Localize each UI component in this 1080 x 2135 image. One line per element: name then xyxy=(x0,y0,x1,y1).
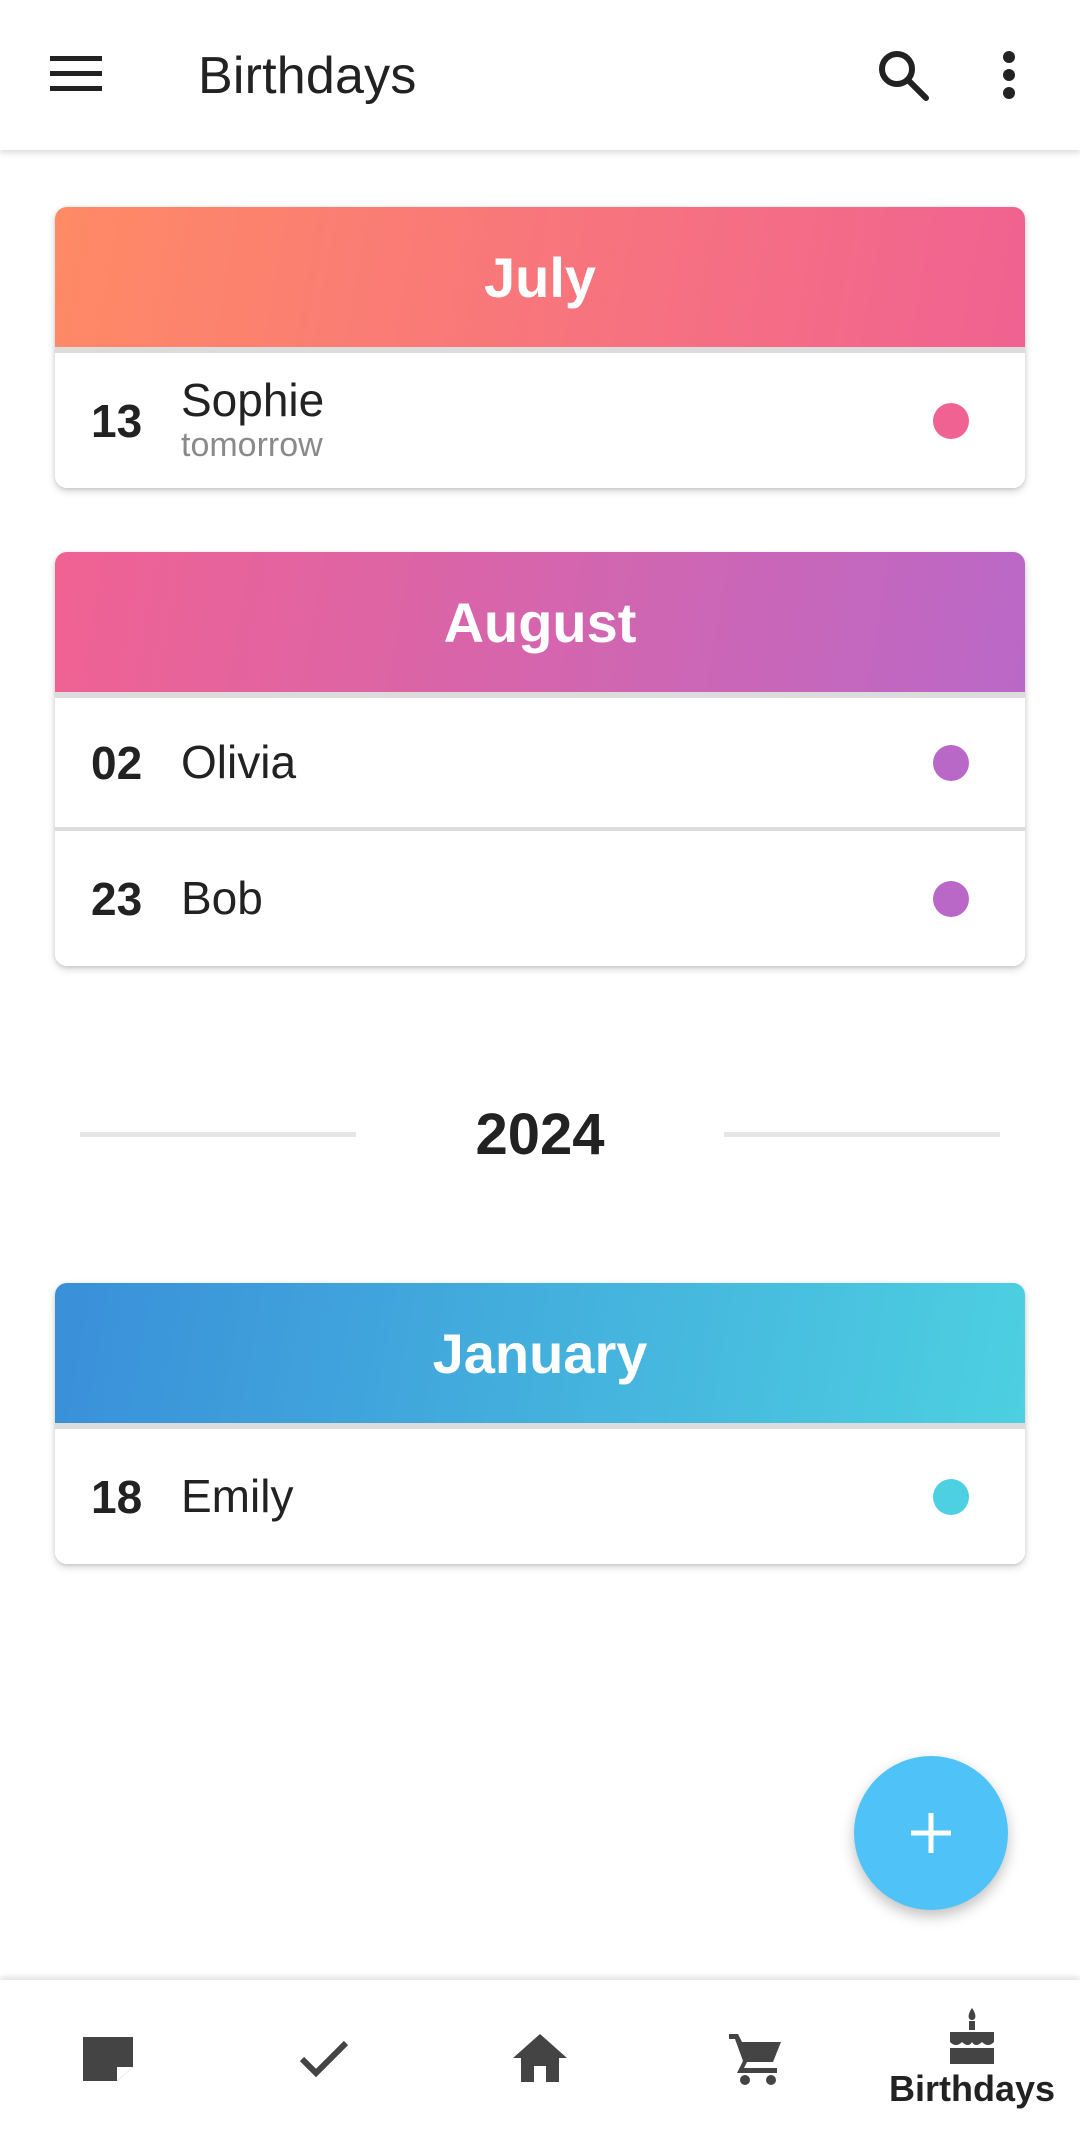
nav-notes[interactable] xyxy=(0,1980,216,2135)
cake-icon xyxy=(950,2007,994,2064)
birthday-name: Bob xyxy=(181,872,263,925)
app-root: Birthdays July 13 Sophie tomorrow August… xyxy=(0,0,1080,2135)
birthday-name-block: Emily xyxy=(181,1429,293,1564)
nav-home[interactable] xyxy=(432,1980,648,2135)
cart-icon xyxy=(729,2033,781,2085)
check-icon xyxy=(299,2040,349,2077)
divider-line-right xyxy=(724,1132,1000,1137)
year-divider: 2024 xyxy=(80,1095,1000,1175)
birthday-row[interactable]: 02 Olivia xyxy=(55,698,1025,831)
birthday-day: 02 xyxy=(91,736,143,789)
birthday-day: 23 xyxy=(91,872,143,925)
birthday-row[interactable]: 23 Bob xyxy=(55,831,1025,966)
birthday-row[interactable]: 18 Emily xyxy=(55,1429,1025,1564)
birthday-name: Olivia xyxy=(181,736,297,789)
note-icon xyxy=(83,2036,133,2081)
birthday-day: 13 xyxy=(91,394,143,447)
birthday-name: Emily xyxy=(181,1470,294,1523)
menu-icon xyxy=(50,56,102,91)
nav-label-birthdays: Birthdays xyxy=(888,2067,1056,2109)
search-button[interactable] xyxy=(868,40,938,110)
nav-shopping[interactable] xyxy=(648,1980,864,2135)
birthday-day: 18 xyxy=(91,1470,143,1523)
birthday-name-block: Sophie tomorrow xyxy=(181,353,324,488)
month-title: August xyxy=(443,590,637,654)
add-birthday-button[interactable] xyxy=(854,1756,1008,1910)
birthday-row[interactable]: 13 Sophie tomorrow xyxy=(55,353,1025,488)
birthday-relative-date: tomorrow xyxy=(181,426,323,465)
page-title: Birthdays xyxy=(198,47,417,105)
month-header: July xyxy=(55,207,1025,353)
month-card-january: January 18 Emily xyxy=(55,1283,1025,1564)
month-title: July xyxy=(483,245,597,309)
more-vert-icon xyxy=(1003,51,1015,99)
nav-tasks[interactable] xyxy=(216,1980,432,2135)
color-dot xyxy=(933,880,969,917)
top-app-bar: Birthdays xyxy=(0,0,1080,150)
month-header: August xyxy=(55,552,1025,698)
month-title: January xyxy=(432,1321,648,1385)
month-card-august: August 02 Olivia 23 Bob xyxy=(55,552,1025,966)
birthday-name-block: Olivia xyxy=(181,698,296,827)
bottom-navigation: Birthdays xyxy=(0,1980,1080,2135)
menu-button[interactable] xyxy=(42,44,112,104)
home-icon xyxy=(513,2033,567,2082)
month-card-july: July 13 Sophie tomorrow xyxy=(55,207,1025,488)
color-dot xyxy=(933,402,969,439)
birthday-name-block: Bob xyxy=(181,831,263,966)
birthday-name: Sophie xyxy=(181,373,325,426)
search-icon xyxy=(879,51,929,101)
nav-birthdays[interactable]: Birthdays xyxy=(864,1980,1080,2135)
color-dot xyxy=(933,744,969,781)
month-header: January xyxy=(55,1283,1025,1429)
more-options-button[interactable] xyxy=(984,40,1034,110)
plus-icon xyxy=(911,1813,951,1853)
color-dot xyxy=(933,1478,969,1515)
